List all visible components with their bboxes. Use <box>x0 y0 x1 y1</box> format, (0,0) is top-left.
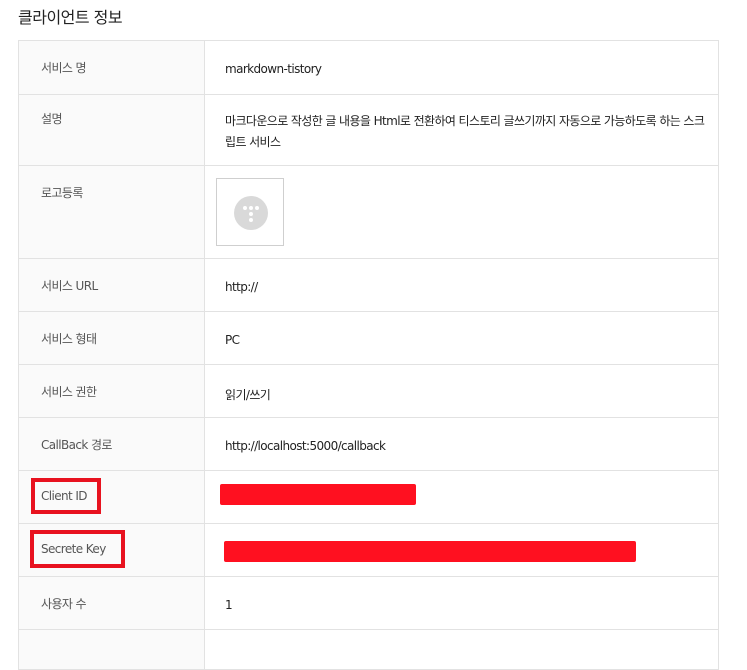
table-row: 서비스 명 markdown-tistory <box>18 40 719 95</box>
table-row <box>18 629 719 670</box>
redacted-client-id <box>220 484 416 505</box>
service-type-label: 서비스 형태 <box>41 332 97 346</box>
row-label <box>18 629 205 670</box>
user-count-value: 1 <box>225 598 233 612</box>
row-value: 마크다운으로 작성한 글 내용을 Html로 전환하여 티스토리 글쓰기까지 자… <box>204 94 719 166</box>
row-label: Secrete Key <box>18 523 205 577</box>
service-name-value: markdown-tistory <box>225 62 322 76</box>
row-value <box>204 523 719 577</box>
row-value <box>204 629 719 670</box>
callback-value: http://localhost:5000/callback <box>225 439 386 453</box>
table-row: CallBack 경로 http://localhost:5000/callba… <box>18 417 719 471</box>
service-type-value: PC <box>225 333 240 347</box>
table-row: 서비스 URL http:// <box>18 258 719 312</box>
permission-label: 서비스 권한 <box>41 385 97 399</box>
secret-key-label: Secrete Key <box>41 542 106 556</box>
table-row: Secrete Key <box>18 523 719 577</box>
table-row: 서비스 형태 PC <box>18 311 719 365</box>
row-value: PC <box>204 311 719 365</box>
row-value: 읽기/쓰기 <box>204 364 719 418</box>
logo-label: 로고등록 <box>41 186 83 200</box>
row-label: 서비스 권한 <box>18 364 205 418</box>
service-name-label: 서비스 명 <box>41 61 87 75</box>
row-value <box>204 165 719 259</box>
client-id-label: Client ID <box>41 489 88 503</box>
row-label: 사용자 수 <box>18 576 205 630</box>
service-url-label: 서비스 URL <box>41 279 98 293</box>
page-title: 클라이언트 정보 <box>18 8 123 27</box>
table-row: 로고등록 <box>18 165 719 259</box>
row-value: http://localhost:5000/callback <box>204 417 719 471</box>
table-row: 설명 마크다운으로 작성한 글 내용을 Html로 전환하여 티스토리 글쓰기까… <box>18 94 719 166</box>
row-label: 설명 <box>18 94 205 166</box>
description-label: 설명 <box>41 112 62 126</box>
user-count-label: 사용자 수 <box>41 597 87 611</box>
permission-value: 읽기/쓰기 <box>225 388 271 402</box>
tistory-logo-icon <box>234 196 268 230</box>
table-row: 사용자 수 1 <box>18 576 719 630</box>
row-value: http:// <box>204 258 719 312</box>
row-label: 서비스 형태 <box>18 311 205 365</box>
client-info-table: 서비스 명 markdown-tistory 설명 마크다운으로 작성한 글 내… <box>18 40 719 670</box>
service-url-value: http:// <box>225 280 258 294</box>
row-label: CallBack 경로 <box>18 417 205 471</box>
table-row: 서비스 권한 읽기/쓰기 <box>18 364 719 418</box>
redacted-secret-key <box>224 541 636 562</box>
callback-label: CallBack 경로 <box>41 438 112 452</box>
description-value: 마크다운으로 작성한 글 내용을 Html로 전환하여 티스토리 글쓰기까지 자… <box>225 114 705 149</box>
row-label: 서비스 명 <box>18 40 205 95</box>
logo-upload[interactable] <box>216 178 284 246</box>
row-label: 서비스 URL <box>18 258 205 312</box>
row-label: 로고등록 <box>18 165 205 259</box>
row-value: markdown-tistory <box>204 40 719 95</box>
table-row: Client ID <box>18 470 719 524</box>
row-label: Client ID <box>18 470 205 524</box>
row-value: 1 <box>204 576 719 630</box>
row-value <box>204 470 719 524</box>
